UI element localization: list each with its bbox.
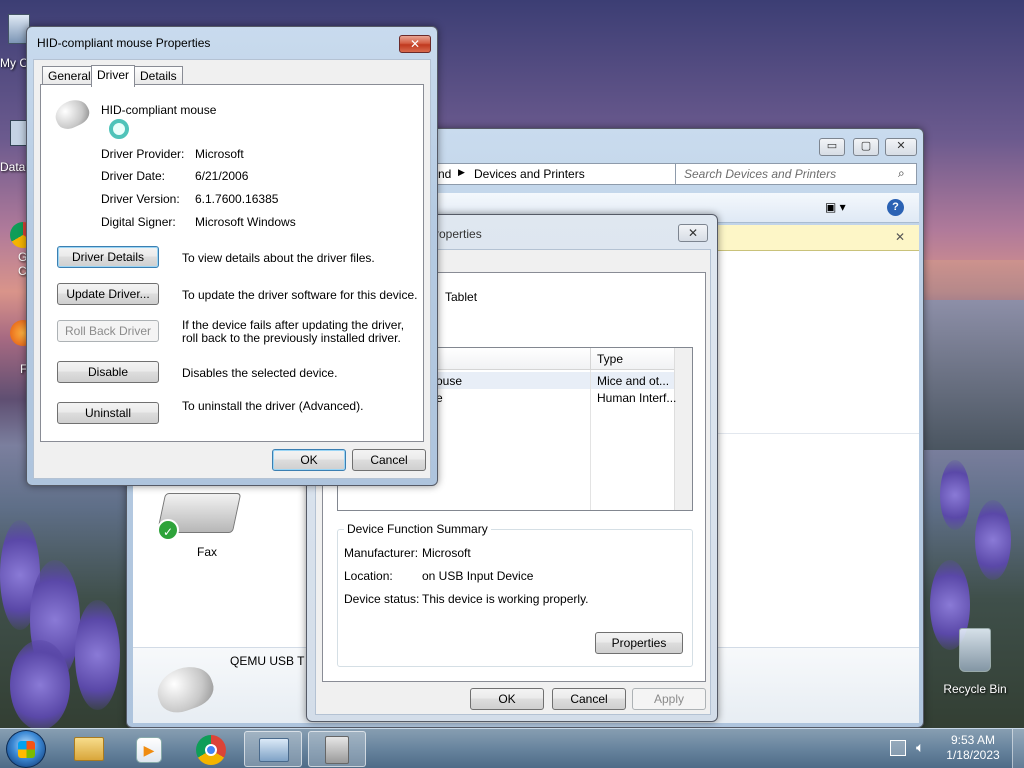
mouse-ok-button[interactable]: OK bbox=[272, 449, 346, 471]
help-icon[interactable]: ? bbox=[887, 199, 904, 216]
tablet-dialog-close-button[interactable]: ✕ bbox=[678, 224, 708, 242]
mouse-dialog-title: HID-compliant mouse Properties bbox=[37, 36, 211, 50]
clock[interactable]: 9:53 AM 1/18/2023 bbox=[940, 733, 1006, 763]
working-status-icon bbox=[109, 119, 129, 139]
breadcrumb-prefix[interactable]: nd bbox=[438, 167, 451, 181]
driver-version-value: 6.1.7600.16385 bbox=[195, 192, 279, 206]
mouse-dialog-close-button[interactable]: ✕ bbox=[399, 35, 431, 53]
mouse-cancel-button[interactable]: Cancel bbox=[352, 449, 426, 471]
recycle-bin-icon bbox=[959, 628, 991, 672]
tablet-ok-button[interactable]: OK bbox=[470, 688, 544, 710]
fax-device[interactable]: ✓ Fax bbox=[153, 483, 253, 563]
media-player-icon: ▶ bbox=[136, 737, 162, 763]
desktop-icon-computer[interactable]: My C bbox=[0, 10, 30, 70]
tablet-apply-button[interactable]: Apply bbox=[632, 688, 706, 710]
desktop-icon-recycle-bin[interactable]: Recycle Bin bbox=[940, 628, 1010, 696]
disable-button[interactable]: Disable bbox=[57, 361, 159, 383]
search-input[interactable]: Search Devices and Printers bbox=[684, 167, 836, 181]
device-manager-icon bbox=[325, 736, 349, 764]
taskbar-chrome[interactable] bbox=[182, 731, 240, 767]
uninstall-button[interactable]: Uninstall bbox=[57, 402, 159, 424]
clock-date: 1/18/2023 bbox=[946, 748, 1000, 762]
update-driver-button[interactable]: Update Driver... bbox=[57, 283, 159, 305]
show-desktop-button[interactable] bbox=[1012, 729, 1024, 768]
close-icon: ✕ bbox=[409, 37, 421, 51]
search-box[interactable]: Search Devices and Printers ⌕ bbox=[675, 163, 917, 185]
desktop-icon-data[interactable]: Data bbox=[0, 120, 28, 174]
tab-details[interactable]: Details bbox=[134, 66, 183, 85]
taskbar-explorer[interactable] bbox=[60, 731, 118, 767]
summary-properties-button[interactable]: Properties bbox=[595, 632, 683, 654]
clock-time: 9:53 AM bbox=[950, 733, 996, 747]
taskbar: ▶ 🔈︎ 9:53 AM 1/18/2023 bbox=[0, 728, 1024, 768]
driver-date-value: 6/21/2006 bbox=[195, 169, 249, 183]
search-icon[interactable]: ⌕ bbox=[898, 166, 905, 181]
mouse-dialog-body: General Driver Details HID-compliant mou… bbox=[33, 59, 431, 479]
tab-general[interactable]: General bbox=[42, 66, 97, 85]
tablet-cancel-button[interactable]: Cancel bbox=[552, 688, 626, 710]
qemu-device-label[interactable]: QEMU USB T bbox=[230, 654, 304, 668]
taskbar-control-panel[interactable] bbox=[244, 731, 302, 767]
taskbar-device-manager[interactable] bbox=[308, 731, 366, 767]
windows-logo-icon bbox=[18, 741, 35, 758]
desktop-icon-firefox[interactable]: F bbox=[0, 320, 36, 376]
driver-tab-page: HID-compliant mouse Driver Provider: Mic… bbox=[40, 84, 424, 442]
taskbar-media-player[interactable]: ▶ bbox=[120, 731, 178, 767]
tablet-dialog-title: roperties bbox=[435, 227, 482, 241]
summary-title: Device Function Summary bbox=[344, 522, 491, 536]
device-function-summary: Device Function Summary Manufacturer: Mi… bbox=[337, 522, 693, 667]
info-bar-close-icon[interactable]: ✕ bbox=[895, 230, 905, 244]
volume-icon[interactable]: 🔈︎ bbox=[916, 739, 924, 756]
mouse-device-icon bbox=[51, 95, 93, 133]
start-button[interactable] bbox=[6, 730, 46, 768]
minimize-button[interactable]: ▭ bbox=[819, 138, 845, 156]
tab-driver[interactable]: Driver bbox=[91, 65, 135, 87]
tablet-device-name: Tablet bbox=[445, 290, 478, 304]
breadcrumb-separator-icon: ▶ bbox=[458, 167, 465, 177]
devices-icon bbox=[259, 738, 289, 762]
driver-provider-value: Microsoft bbox=[195, 147, 244, 161]
driver-details-button[interactable]: Driver Details bbox=[57, 246, 159, 268]
manufacturer-value: Microsoft bbox=[422, 546, 471, 560]
roll-back-driver-button[interactable]: Roll Back Driver bbox=[57, 320, 159, 342]
close-icon: ✕ bbox=[687, 226, 699, 240]
breadcrumb-current[interactable]: Devices and Printers bbox=[474, 167, 585, 181]
device-status-value: This device is working properly. bbox=[422, 592, 589, 606]
default-checkmark-icon: ✓ bbox=[157, 519, 179, 541]
desktop-icon-chrome[interactable]: G C bbox=[0, 222, 36, 278]
maximize-button[interactable]: ▢ bbox=[853, 138, 879, 156]
close-button[interactable]: ✕ bbox=[885, 138, 917, 156]
chrome-icon bbox=[196, 735, 226, 765]
device-name: HID-compliant mouse bbox=[101, 103, 217, 117]
mouse-properties-dialog: HID-compliant mouse Properties ✕ General… bbox=[26, 26, 438, 486]
network-icon[interactable] bbox=[890, 740, 906, 756]
folder-icon bbox=[74, 737, 104, 761]
column-header-type[interactable]: Type bbox=[597, 352, 623, 366]
view-options-icon[interactable]: ▣ ▾ bbox=[825, 200, 846, 214]
mouse-device-icon bbox=[151, 659, 219, 719]
digital-signer-value: Microsoft Windows bbox=[195, 215, 296, 229]
fax-label: Fax bbox=[197, 545, 218, 559]
location-value: on USB Input Device bbox=[422, 569, 534, 583]
